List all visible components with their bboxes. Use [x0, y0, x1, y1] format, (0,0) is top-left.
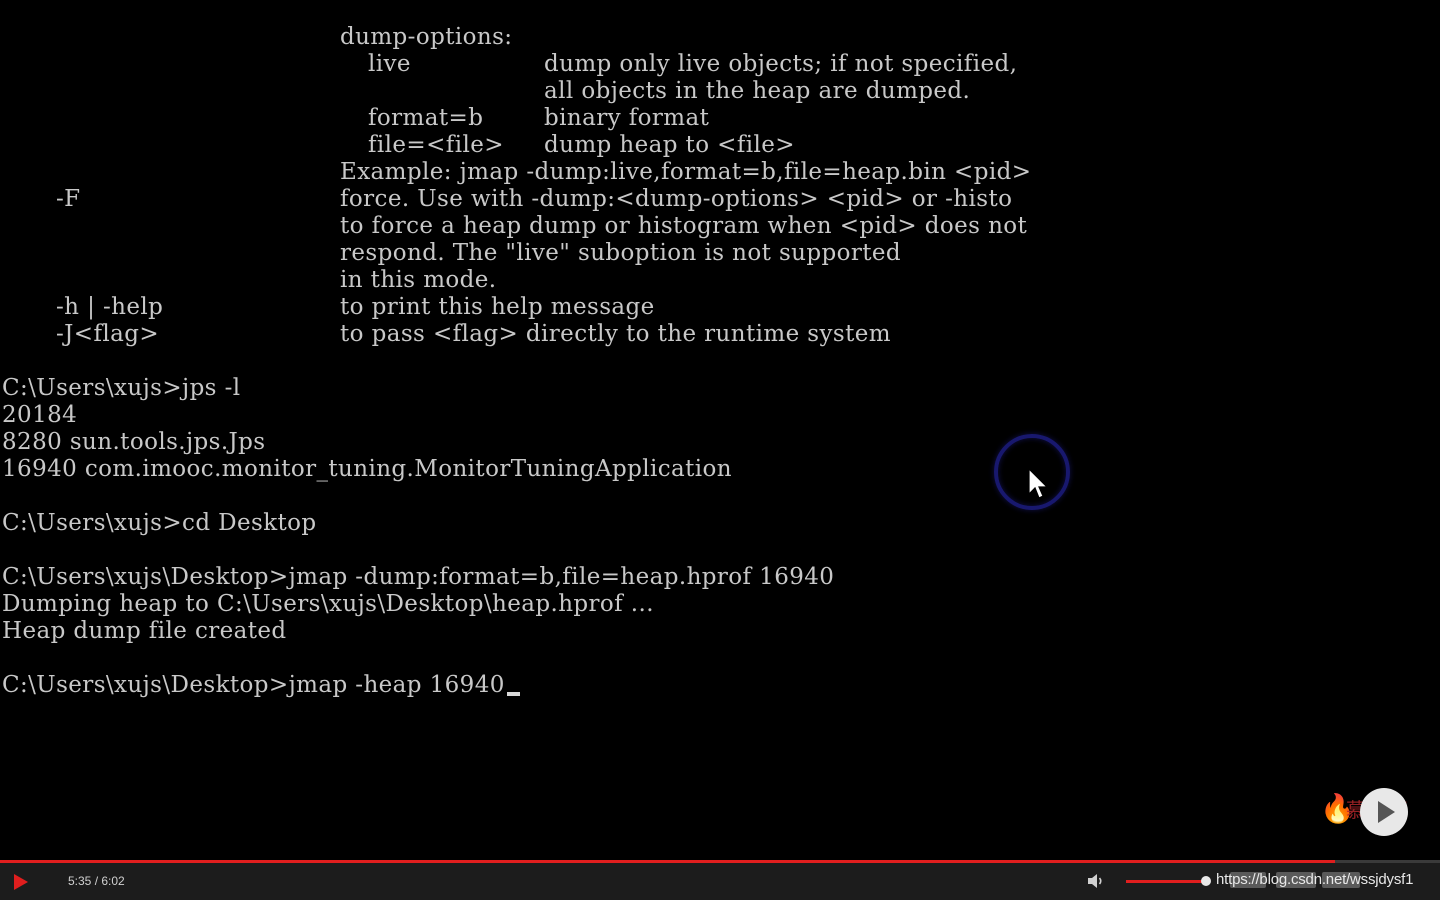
- line-text: 16940 com.imooc.monitor_tuning.MonitorTu…: [2, 456, 732, 482]
- suboption-description: dump heap to <file>: [544, 132, 795, 158]
- terminal-line: to force a heap dump or histogram when <…: [2, 213, 1422, 240]
- option-description: dump-options:: [340, 24, 513, 50]
- terminal-line: -F force. Use with -dump:<dump-options> <…: [2, 186, 1422, 213]
- line-text: Dumping heap to C:\Users\xujs\Desktop\he…: [2, 591, 654, 617]
- suboption-description: dump only live objects; if not specified…: [544, 51, 1018, 77]
- terminal-line: in this mode.: [2, 267, 1422, 294]
- suboption-description: all objects in the heap are dumped.: [544, 78, 971, 104]
- terminal-line: 20184: [2, 402, 1422, 429]
- suboption-name: format=b: [368, 105, 484, 131]
- terminal-line: -h | -help to print this help message: [2, 294, 1422, 321]
- option-description: in this mode.: [340, 267, 497, 293]
- terminal-line: all objects in the heap are dumped.: [2, 78, 1422, 105]
- progress-fill: [0, 860, 1335, 863]
- terminal-line: respond. The "live" suboption is not sup…: [2, 240, 1422, 267]
- terminal-line: live dump only live objects; if not speci…: [2, 51, 1422, 78]
- option-description: force. Use with -dump:<dump-options> <pi…: [340, 186, 1013, 212]
- suboption-name: file=<file>: [368, 132, 504, 158]
- terminal-line: dump-options:: [2, 24, 1422, 51]
- control-bar: 5:35 / 6:02 https://blog.csdn.net/wssjdy…: [0, 860, 1440, 900]
- terminal-line: 8280 sun.tools.jps.Jps: [2, 429, 1422, 456]
- terminal-line: C:\Users\xujs>cd Desktop: [2, 510, 1422, 537]
- video-player[interactable]: dump-options: live dump only live objects;…: [0, 0, 1440, 900]
- line-text: C:\Users\xujs>jps -l: [2, 375, 241, 401]
- terminal-line: C:\Users\xujs\Desktop>jmap -heap 16940: [2, 672, 1422, 699]
- option-flag: -J<flag>: [56, 321, 160, 347]
- progress-bar[interactable]: [0, 860, 1440, 863]
- option-description: to pass <flag> directly to the runtime s…: [340, 321, 891, 347]
- terminal-line: C:\Users\xujs\Desktop>jmap -dump:format=…: [2, 564, 1422, 591]
- line-text: C:\Users\xujs>cd Desktop: [2, 510, 317, 536]
- url-watermark: https://blog.csdn.net/wssjdysf1: [1216, 871, 1414, 888]
- terminal-line: Dumping heap to C:\Users\xujs\Desktop\he…: [2, 591, 1422, 618]
- volume-slider[interactable]: [1126, 876, 1211, 886]
- time-readout: 5:35 / 6:02: [68, 874, 125, 888]
- suboption-name: live: [368, 51, 411, 77]
- terminal-line: Example: jmap -dump:live,format=b,file=h…: [2, 159, 1422, 186]
- line-text: 8280 sun.tools.jps.Jps: [2, 429, 266, 455]
- line-text: C:\Users\xujs\Desktop>jmap -dump:format=…: [2, 564, 835, 590]
- suboption-description: binary format: [544, 105, 710, 131]
- option-description: Example: jmap -dump:live,format=b,file=h…: [340, 159, 1032, 185]
- terminal-line: C:\Users\xujs>jps -l: [2, 375, 1422, 402]
- option-description: to force a heap dump or histogram when <…: [340, 213, 1028, 239]
- text-cursor: [506, 692, 520, 696]
- volume-icon[interactable]: [1086, 872, 1106, 890]
- terminal-line: Heap dump file created: [2, 618, 1422, 645]
- terminal-line: -J<flag> to pass <flag> directly to the r…: [2, 321, 1422, 348]
- option-description: respond. The "live" suboption is not sup…: [340, 240, 902, 266]
- play-circle-icon: [1378, 801, 1395, 823]
- line-text: 20184: [2, 402, 78, 428]
- play-icon[interactable]: [8, 870, 32, 894]
- terminal-line: 16940 com.imooc.monitor_tuning.MonitorTu…: [2, 456, 1422, 483]
- mouse-pointer-icon: [1028, 468, 1049, 499]
- option-description: to print this help message: [340, 294, 655, 320]
- terminal-line: format=b binary format: [2, 105, 1422, 132]
- terminal-line: file=<file> dump heap to <file>: [2, 132, 1422, 159]
- option-flag: -h | -help: [56, 294, 164, 320]
- volume-knob[interactable]: [1201, 876, 1211, 886]
- line-text: C:\Users\xujs\Desktop>jmap -heap 16940: [2, 672, 520, 699]
- option-flag: -F: [56, 186, 81, 212]
- line-text: Heap dump file created: [2, 618, 287, 644]
- terminal-output: dump-options: live dump only live objects;…: [2, 24, 1422, 844]
- volume-fill: [1126, 880, 1206, 883]
